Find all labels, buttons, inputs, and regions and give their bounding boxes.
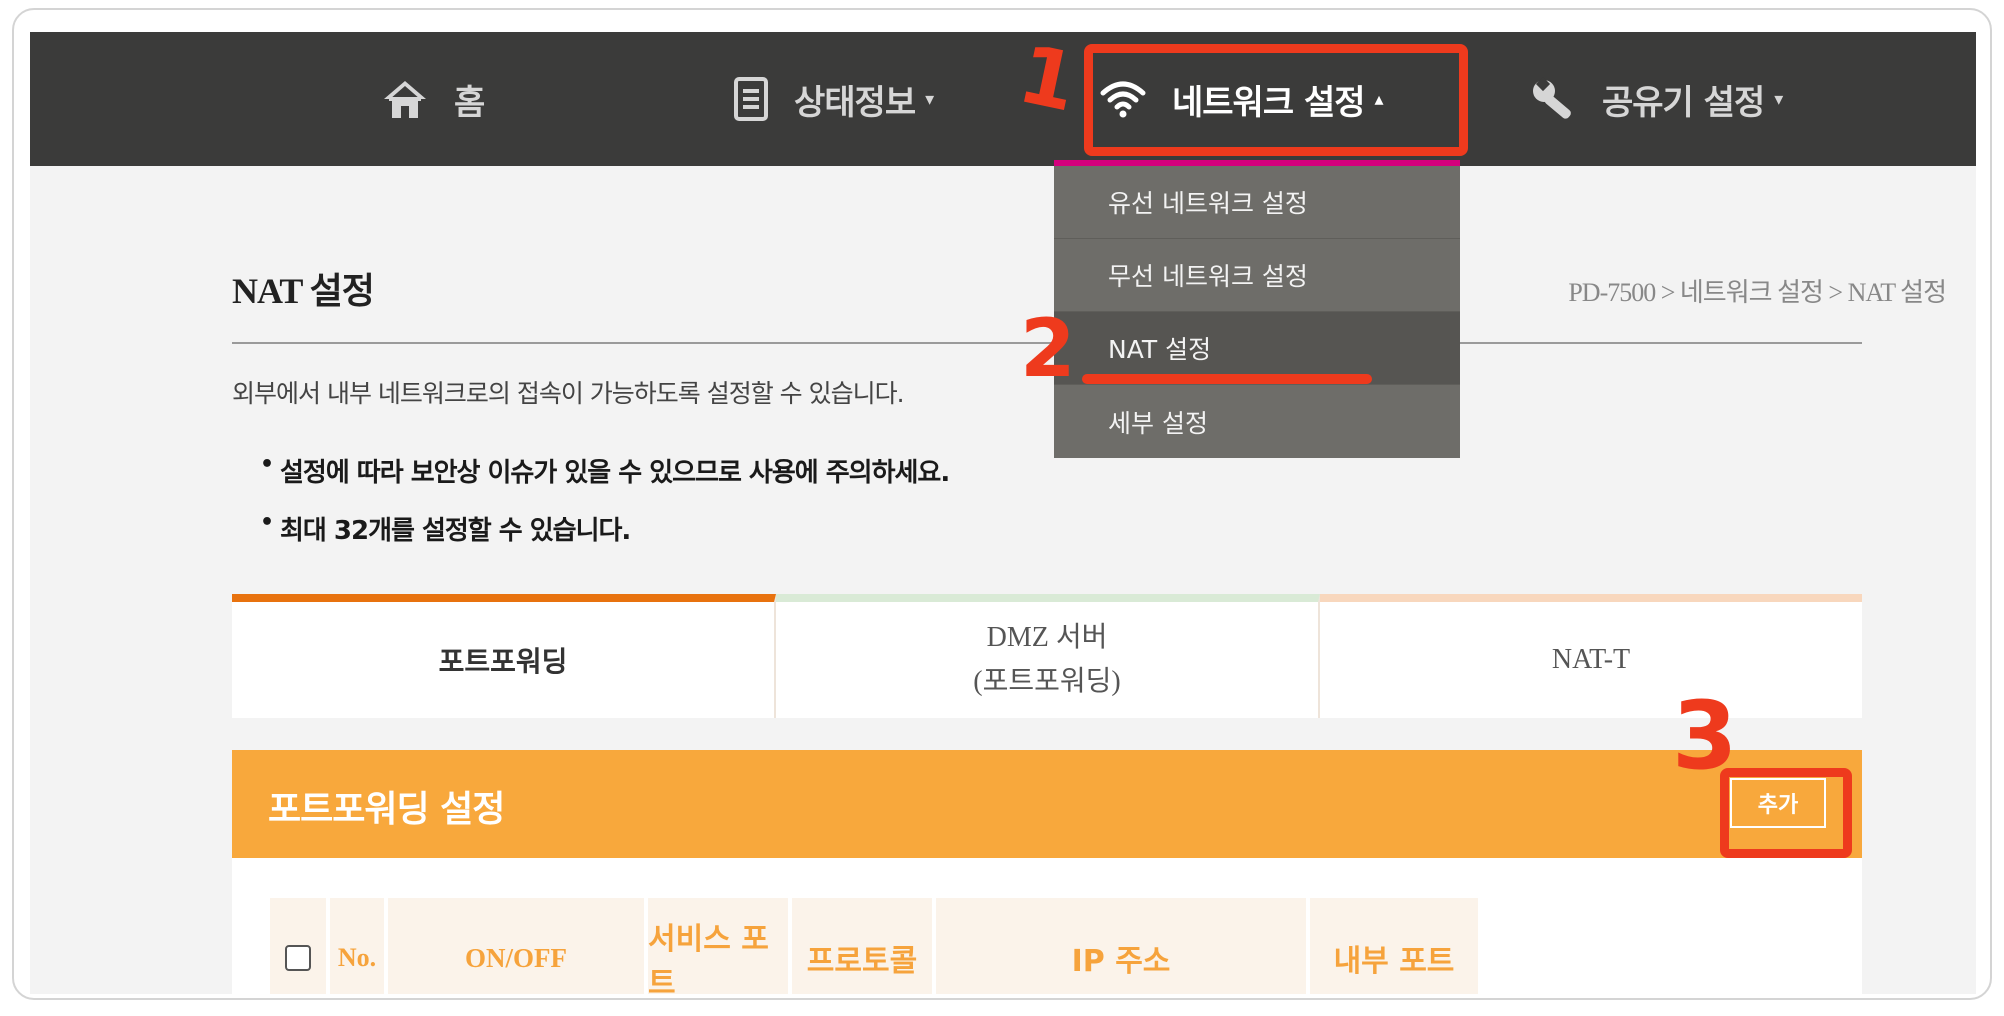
nav-status-info[interactable]: 상태정보 ▾: [734, 32, 934, 166]
select-all-checkbox[interactable]: [285, 945, 311, 971]
menu-item-advanced-settings[interactable]: 세부 설정: [1054, 385, 1460, 458]
tab-dmz-label-line2: (포트포워딩): [973, 666, 1121, 697]
network-settings-dropdown: 유선 네트워크 설정 무선 네트워크 설정 NAT 설정 세부 설정: [1054, 160, 1460, 458]
tab-nat-t-label: NAT-T: [1551, 644, 1631, 675]
column-header-service-port: 서비스 포트: [648, 898, 788, 994]
page-viewport: 홈 상태정보 ▾ 네트워크 설정 ▴ 공유기 설정 ▾ NAT 설정 PD-75…: [30, 32, 1976, 994]
menu-item-wireless-network[interactable]: 무선 네트워크 설정: [1054, 239, 1460, 312]
nav-home[interactable]: 홈: [382, 32, 485, 166]
nav-status-label: 상태정보: [794, 82, 916, 123]
nav-home-label: 홈: [454, 82, 485, 123]
tab-dmz-server[interactable]: DMZ 서버 (포트포워딩): [776, 594, 1320, 718]
annotation-box-add-button: [1720, 768, 1852, 858]
page-title: NAT 설정: [232, 271, 375, 311]
annotation-underline-nat: [1082, 374, 1372, 384]
table-header-row: No. ON/OFF 서비스 포트 프로토콜 IP 주소 내부 포트: [270, 898, 1826, 994]
home-icon: [382, 79, 428, 119]
nat-tabs: 포트포워딩 DMZ 서버 (포트포워딩) NAT-T: [232, 594, 1862, 718]
tab-port-forwarding-label: 포트포워딩: [438, 645, 568, 678]
browser-frame: 홈 상태정보 ▾ 네트워크 설정 ▴ 공유기 설정 ▾ NAT 설정 PD-75…: [12, 8, 1992, 1000]
tab-dmz-label-line1: DMZ 서버: [986, 622, 1108, 653]
note-max-entries: 최대 32개를 설정할 수 있습니다.: [260, 510, 631, 547]
annotation-box-network-menu: [1084, 44, 1468, 156]
breadcrumb: PD-7500 > 네트워크 설정 > NAT 설정: [1568, 278, 1947, 307]
column-header-on-off: ON/OFF: [388, 898, 644, 994]
tab-nat-t[interactable]: NAT-T: [1320, 594, 1862, 718]
chevron-down-icon: ▾: [925, 88, 934, 110]
section-title: 포트포워딩 설정: [268, 789, 505, 830]
page-description: 외부에서 내부 네트워크로의 접속이 가능하도록 설정할 수 있습니다.: [232, 379, 905, 408]
document-icon: [734, 77, 768, 121]
column-header-protocol: 프로토콜: [792, 898, 932, 994]
note-security-warning: 설정에 따라 보안상 이슈가 있을 수 있으므로 사용에 주의하세요.: [260, 452, 950, 489]
tab-port-forwarding[interactable]: 포트포워딩: [232, 594, 776, 718]
top-navigation: 홈 상태정보 ▾ 네트워크 설정 ▴ 공유기 설정 ▾: [30, 32, 1976, 166]
menu-item-wired-network[interactable]: 유선 네트워크 설정: [1054, 166, 1460, 239]
nav-router-label: 공유기 설정: [1602, 82, 1765, 123]
select-all-cell: [270, 898, 326, 994]
column-header-internal-port: 내부 포트: [1310, 898, 1478, 994]
wrench-icon: [1530, 77, 1576, 121]
annotation-step-2: 2: [1020, 302, 1076, 395]
nav-router-settings[interactable]: 공유기 설정 ▾: [1530, 32, 1783, 166]
port-forwarding-table: No. ON/OFF 서비스 포트 프로토콜 IP 주소 내부 포트: [232, 858, 1862, 994]
port-forwarding-header: 포트포워딩 설정 추가: [232, 750, 1862, 858]
column-header-no: No.: [330, 898, 384, 994]
column-header-ip-address: IP 주소: [936, 898, 1306, 994]
chevron-down-icon: ▾: [1774, 88, 1783, 110]
